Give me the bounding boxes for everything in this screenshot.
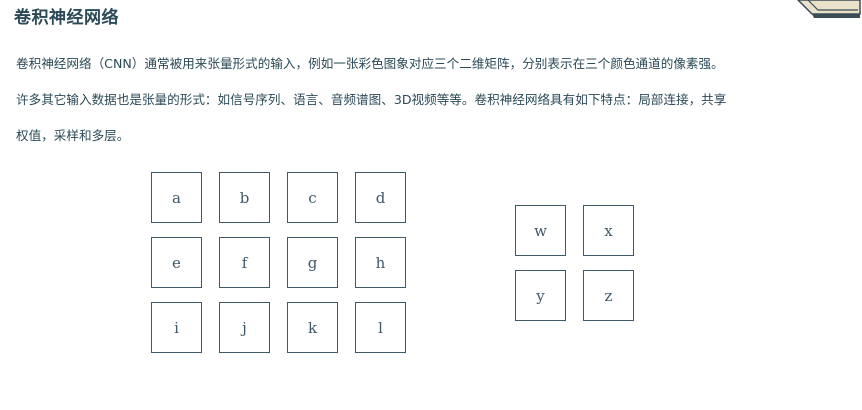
matrix-cell: e [151,237,202,288]
matrix-cell: c [287,172,338,223]
matrix-cell: h [355,237,406,288]
matrix-cell: g [287,237,338,288]
matrix-cell: a [151,172,202,223]
kernel-cell: z [583,270,634,321]
matrix-cell: f [219,237,270,288]
matrix-cell: b [219,172,270,223]
paragraph-line: 许多其它输入数据也是张量的形式：如信号序列、语言、音频谱图、3D视频等等。卷积神… [16,92,727,107]
kernel-cell: x [583,205,634,256]
book-icon [796,0,861,18]
matrix-cell: d [355,172,406,223]
kernel-cell: w [515,205,566,256]
matrix-cell: k [287,302,338,353]
kernel-cell: y [515,270,566,321]
paragraph-line: 卷积神经网络（CNN）通常被用来张量形式的输入，例如一张彩色图象对应三个二维矩阵… [16,56,724,71]
intro-paragraph: 卷积神经网络（CNN）通常被用来张量形式的输入，例如一张彩色图象对应三个二维矩阵… [16,46,848,154]
page-title: 卷积神经网络 [14,8,119,28]
matrix-cell: j [219,302,270,353]
matrix-cell: l [355,302,406,353]
matrix-cell: i [151,302,202,353]
paragraph-line: 权值，采样和多层。 [16,128,130,143]
